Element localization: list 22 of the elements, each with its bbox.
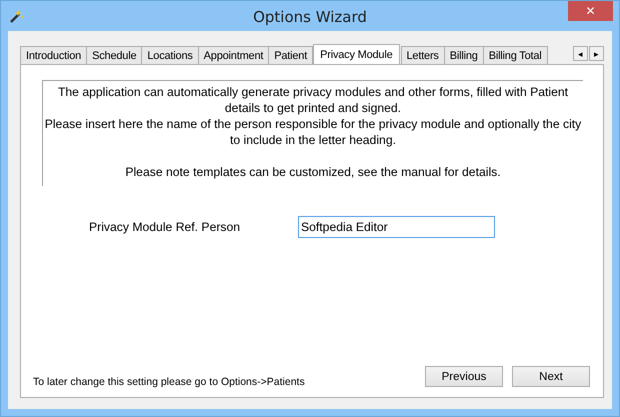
window-title: Options Wizard <box>253 8 367 26</box>
tab[interactable]: Locations <box>141 46 199 64</box>
tab-scroll-button[interactable]: ▸ <box>589 46 604 61</box>
tab[interactable]: Patient <box>268 46 314 64</box>
tab[interactable]: Appointment <box>198 46 270 64</box>
tab[interactable]: Billing Total <box>482 46 548 64</box>
description-text: The application can automatically generate privacy modules and other forms, filled with Patient details to get printed and signed. <box>56 84 570 116</box>
ref-person-field[interactable]: Softpedia Editor <box>298 216 495 238</box>
previous-button[interactable]: Previous <box>425 366 503 387</box>
close-button[interactable]: ✕ <box>568 1 613 21</box>
tab[interactable]: Letters <box>400 46 445 64</box>
tab[interactable]: Schedule <box>86 46 142 64</box>
tab-scroll-button[interactable]: ◂ <box>573 46 588 61</box>
description-text: Please insert here the name of the person responsible for the privacy module and optionally the city to include in the letter heading. <box>44 116 582 148</box>
field-label: Privacy Module Ref. Person <box>89 220 242 234</box>
next-button[interactable]: Next <box>512 366 590 387</box>
magic-wand-icon <box>9 8 25 24</box>
tab[interactable]: Billing <box>444 46 484 64</box>
footer-note: To later change this setting please go to Options->Patients <box>33 376 305 388</box>
tab[interactable]: Introduction <box>20 46 88 64</box>
tab[interactable]: Privacy Module <box>313 44 400 64</box>
description-text: Please note templates can be customized, see the manual for details. <box>125 164 501 180</box>
